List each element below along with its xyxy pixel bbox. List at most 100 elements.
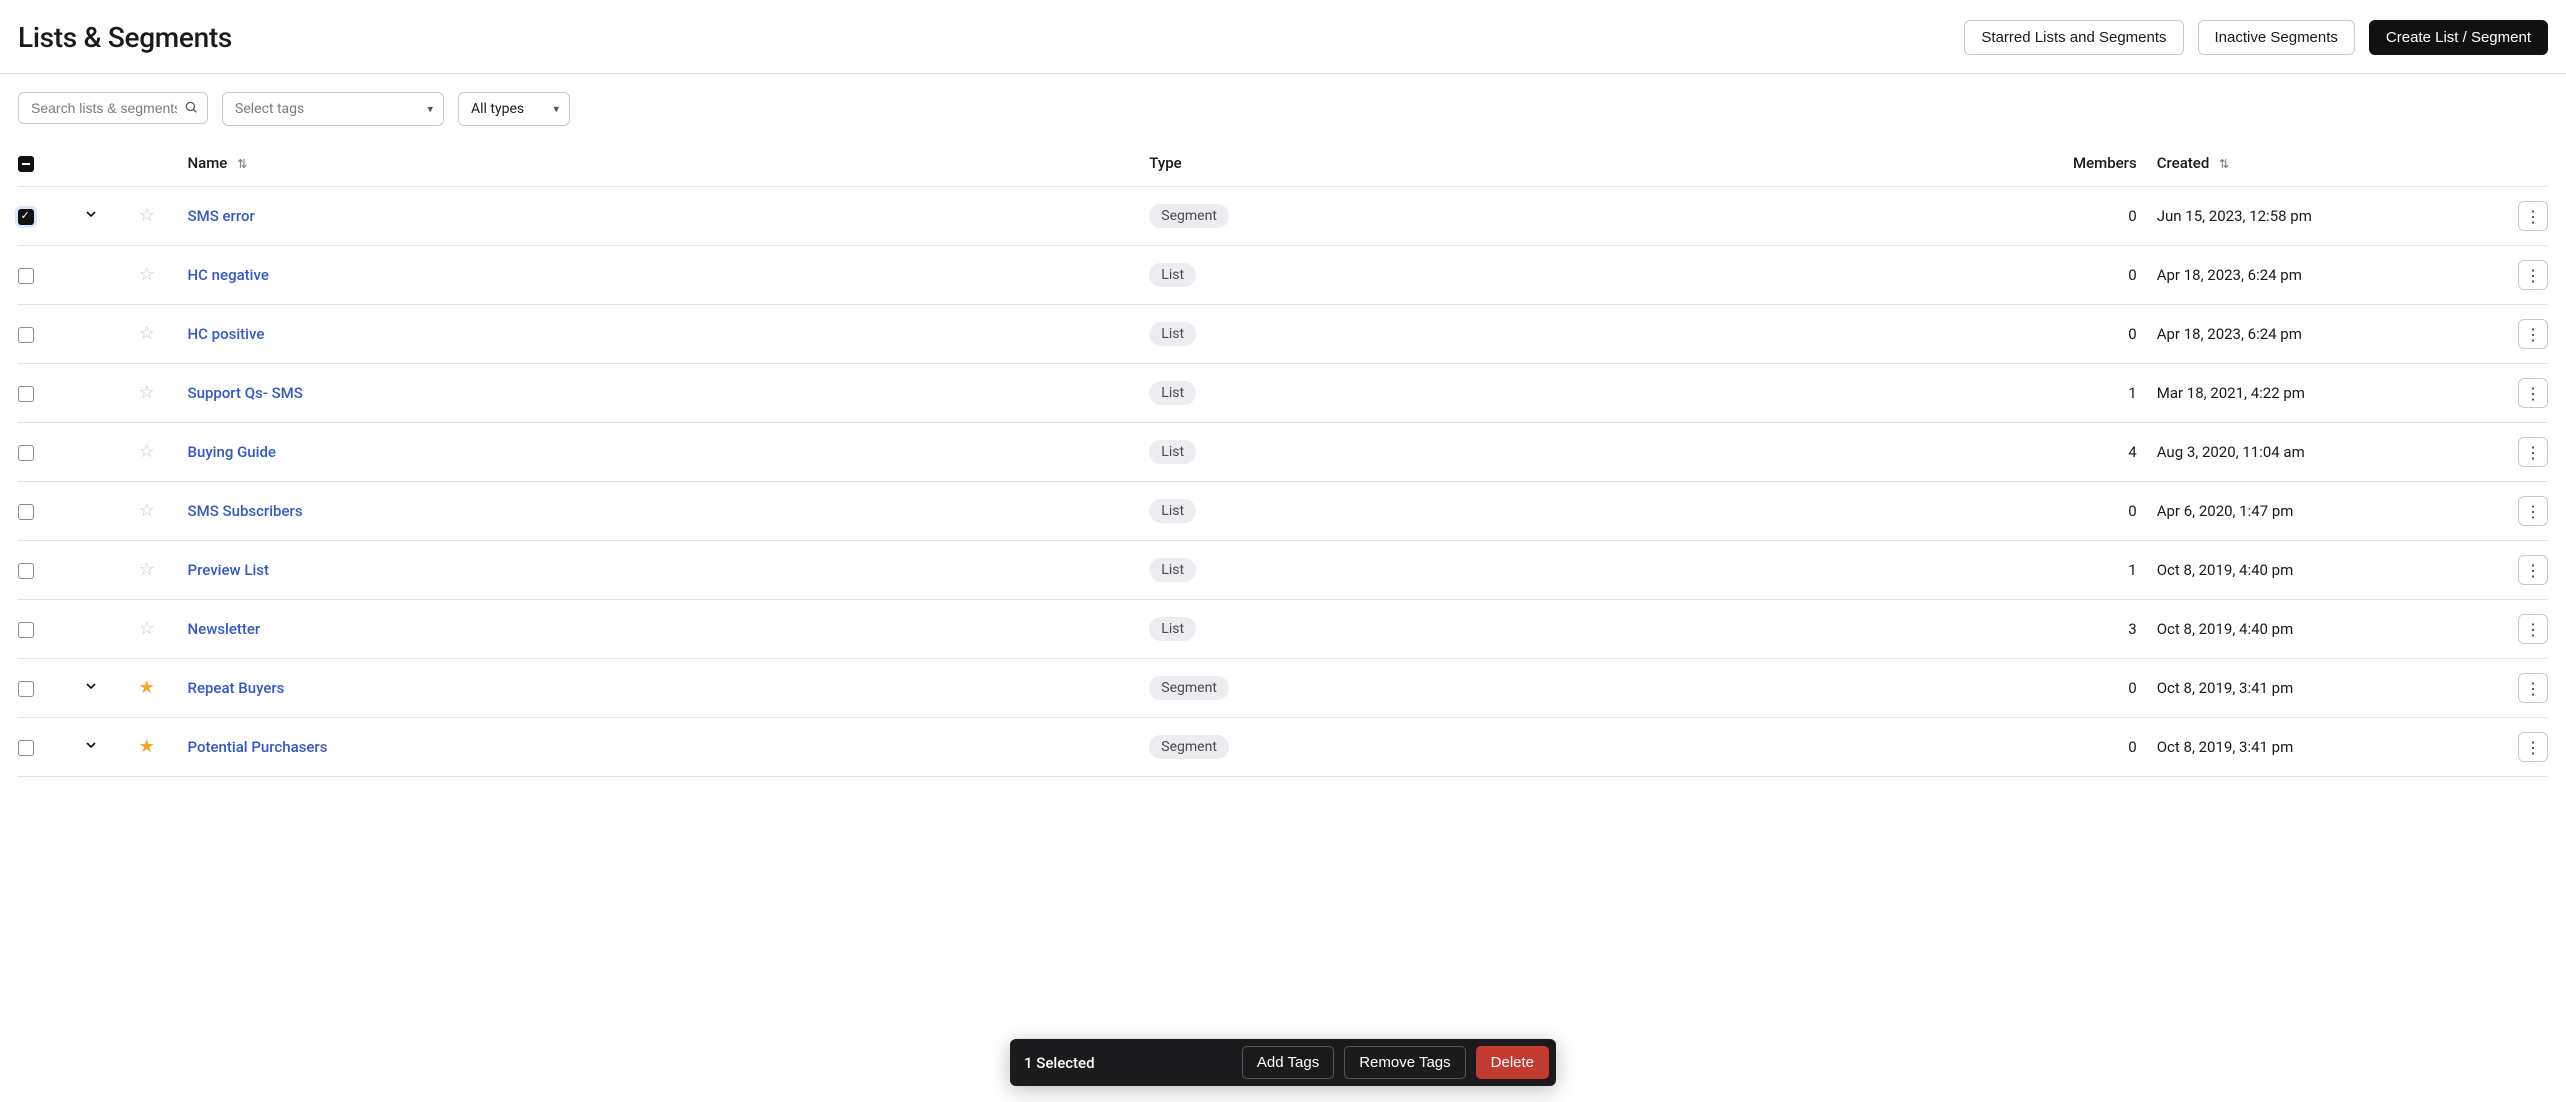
expand-toggle[interactable]: [83, 678, 99, 694]
row-members: 0: [1981, 246, 2157, 305]
star-icon[interactable]: ☆: [139, 559, 155, 580]
table-row: ☆SMS errorSegment0Jun 15, 2023, 12:58 pm…: [18, 187, 2548, 246]
types-select-label: All types: [471, 101, 524, 117]
row-members: 0: [1981, 659, 2157, 718]
row-members: 0: [1981, 187, 2157, 246]
row-name-link[interactable]: SMS Subscribers: [188, 502, 303, 520]
star-icon[interactable]: ★: [139, 736, 155, 757]
star-icon[interactable]: ☆: [139, 382, 155, 403]
row-checkbox[interactable]: [18, 740, 34, 756]
row-created: Apr 18, 2023, 6:24 pm: [2157, 246, 2483, 305]
chevron-down-icon: ▾: [553, 103, 559, 116]
table-row: ★ Repeat Buyers Segment 0Oct 8, 2019, 3:41 …: [18, 659, 2548, 718]
star-icon[interactable]: ☆: [139, 500, 155, 521]
type-pill: List: [1149, 263, 1196, 287]
row-name-link[interactable]: Preview List: [188, 561, 269, 579]
expand-toggle[interactable]: [83, 737, 99, 753]
row-name-link[interactable]: Buying Guide: [188, 443, 276, 461]
table-row: ☆Support Qs- SMSList1Mar 18, 2021, 4:22 …: [18, 364, 2548, 423]
row-actions-menu[interactable]: ⋮: [2518, 673, 2548, 703]
inactive-segments-button[interactable]: Inactive Segments: [2198, 20, 2355, 55]
table-row: ☆ HC negative List 0Apr 18, 2023, 6:24 pm ⋮: [18, 246, 2548, 305]
lists-table: Name ⇅ Type Members Created ⇅ ☆ SMS error…: [18, 140, 2548, 777]
row-created: Apr 18, 2023, 6:24 pm: [2157, 305, 2483, 364]
table-row: ☆SMS SubscribersList0Apr 6, 2020, 1:47 p…: [18, 482, 2548, 541]
table-row: ☆HC positiveList0Apr 18, 2023, 6:24 pm⋮: [18, 305, 2548, 364]
row-created: Mar 18, 2021, 4:22 pm: [2157, 364, 2483, 423]
row-created: Oct 8, 2019, 4:40 pm: [2157, 541, 2483, 600]
column-header-members[interactable]: Members: [1981, 140, 2157, 187]
row-actions-menu[interactable]: ⋮: [2518, 614, 2548, 644]
create-list-segment-button[interactable]: Create List / Segment: [2369, 20, 2548, 55]
row-name-link[interactable]: Support Qs- SMS: [188, 384, 303, 402]
sort-icon: ⇅: [237, 157, 247, 171]
type-pill: Segment: [1149, 204, 1229, 228]
row-checkbox[interactable]: [18, 209, 34, 225]
type-pill: Segment: [1149, 676, 1229, 700]
table-row: ☆Buying GuideList4Aug 3, 2020, 11:04 am⋮: [18, 423, 2548, 482]
row-name-link[interactable]: HC negative: [188, 266, 269, 284]
row-members: 3: [1981, 600, 2157, 659]
row-members: 0: [1981, 718, 2157, 777]
row-name-link[interactable]: SMS error: [188, 207, 255, 225]
row-members: 0: [1981, 482, 2157, 541]
search-input[interactable]: [18, 92, 208, 124]
chevron-down-icon: [83, 678, 99, 694]
row-actions-menu[interactable]: ⋮: [2518, 319, 2548, 349]
column-header-name[interactable]: Name ⇅: [188, 140, 1150, 187]
row-actions-menu[interactable]: ⋮: [2518, 496, 2548, 526]
row-name-link[interactable]: Newsletter: [188, 620, 261, 638]
row-members: 0: [1981, 305, 2157, 364]
add-tags-button[interactable]: Add Tags: [1242, 1046, 1334, 1079]
row-actions-menu[interactable]: ⋮: [2518, 437, 2548, 467]
type-pill: List: [1149, 381, 1196, 405]
star-icon[interactable]: ☆: [139, 618, 155, 639]
star-icon[interactable]: ☆: [139, 205, 155, 226]
column-header-type[interactable]: Type: [1149, 140, 1980, 187]
chevron-down-icon: ▾: [427, 103, 433, 116]
row-actions-menu[interactable]: ⋮: [2518, 555, 2548, 585]
page-header: Lists & Segments Starred Lists and Segme…: [0, 0, 2566, 74]
starred-lists-button[interactable]: Starred Lists and Segments: [1964, 20, 2183, 55]
row-checkbox[interactable]: [18, 563, 34, 579]
table-header-row: Name ⇅ Type Members Created ⇅: [18, 140, 2548, 187]
column-header-created[interactable]: Created ⇅: [2157, 140, 2483, 187]
row-actions-menu[interactable]: ⋮: [2518, 260, 2548, 290]
row-checkbox[interactable]: [18, 268, 34, 284]
header-actions: Starred Lists and Segments Inactive Segm…: [1964, 20, 2548, 55]
sort-icon: ⇅: [2219, 157, 2229, 171]
row-name-link[interactable]: Repeat Buyers: [188, 679, 285, 697]
select-all-checkbox[interactable]: [18, 156, 34, 172]
row-actions-menu[interactable]: ⋮: [2518, 732, 2548, 762]
star-icon[interactable]: ★: [139, 677, 155, 698]
row-checkbox[interactable]: [18, 504, 34, 520]
row-name-link[interactable]: HC positive: [188, 325, 265, 343]
search-wrap: [18, 92, 208, 126]
table-row: ☆NewsletterList3Oct 8, 2019, 4:40 pm⋮: [18, 600, 2548, 659]
remove-tags-button[interactable]: Remove Tags: [1344, 1046, 1465, 1079]
star-icon[interactable]: ☆: [139, 323, 155, 344]
row-checkbox[interactable]: [18, 386, 34, 402]
row-actions-menu[interactable]: ⋮: [2518, 201, 2548, 231]
row-checkbox[interactable]: [18, 445, 34, 461]
row-checkbox[interactable]: [18, 622, 34, 638]
row-checkbox[interactable]: [18, 327, 34, 343]
row-checkbox[interactable]: [18, 681, 34, 697]
row-created: Oct 8, 2019, 4:40 pm: [2157, 600, 2483, 659]
chevron-down-icon: [83, 737, 99, 753]
star-icon[interactable]: ☆: [139, 264, 155, 285]
row-created: Oct 8, 2019, 3:41 pm: [2157, 659, 2483, 718]
expand-toggle[interactable]: [83, 206, 99, 222]
types-select[interactable]: All types ▾: [458, 92, 570, 126]
delete-button[interactable]: Delete: [1476, 1046, 1549, 1079]
type-pill: List: [1149, 440, 1196, 464]
type-pill: List: [1149, 558, 1196, 582]
star-icon[interactable]: ☆: [139, 441, 155, 462]
filter-bar: Select tags ▾ All types ▾: [0, 74, 2566, 132]
row-actions-menu[interactable]: ⋮: [2518, 378, 2548, 408]
type-pill: Segment: [1149, 735, 1229, 759]
row-name-link[interactable]: Potential Purchasers: [188, 738, 328, 756]
selection-status: 1 Selected: [1024, 1054, 1232, 1072]
table-row: ☆Preview ListList1Oct 8, 2019, 4:40 pm⋮: [18, 541, 2548, 600]
tags-select[interactable]: Select tags ▾: [222, 92, 444, 126]
